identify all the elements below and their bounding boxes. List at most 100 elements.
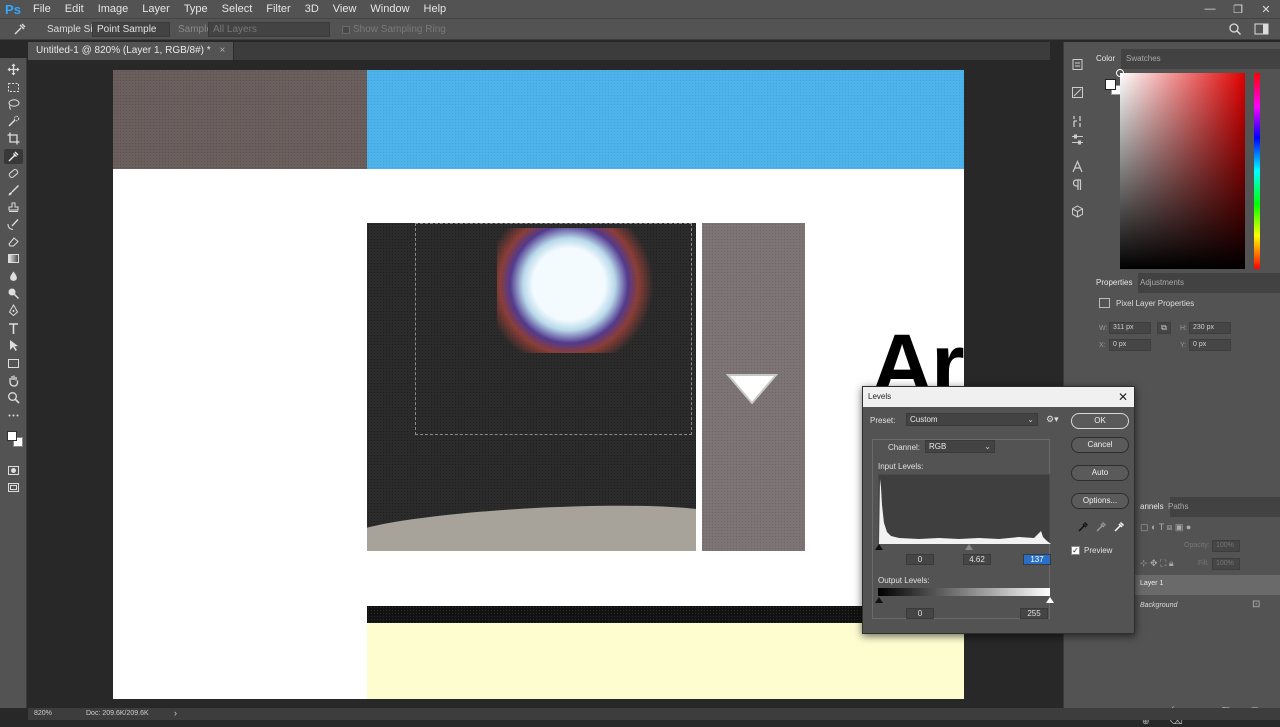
layer-row-background[interactable]: Background ⊡ [1135,596,1280,616]
x-input[interactable]: 0 px [1109,339,1151,351]
close-dialog-icon[interactable]: ✕ [1118,390,1128,404]
gray-point-eyedropper-icon[interactable] [1095,521,1109,533]
restore-button[interactable]: ❐ [1226,0,1250,18]
3d-panel-icon[interactable] [1069,204,1086,219]
paragraph-panel-icon[interactable] [1069,177,1086,192]
brush-settings-icon[interactable] [1069,85,1086,100]
search-icon[interactable] [1228,22,1242,36]
y-input[interactable]: 0 px [1189,339,1231,351]
blur-tool-icon[interactable] [4,269,23,284]
workspace-icon[interactable] [1254,22,1270,36]
pen-tool-icon[interactable] [4,303,23,318]
link-icon[interactable]: ⧉ [1157,322,1171,334]
menu-filter[interactable]: Filter [259,0,297,18]
close-window-button[interactable]: ✕ [1254,0,1278,18]
menu-layer[interactable]: Layer [135,0,177,18]
layer-row-layer1[interactable]: Layer 1 [1135,575,1280,595]
tab-paths[interactable]: Paths [1162,497,1194,517]
quick-selection-tool-icon[interactable] [4,114,23,129]
gradient-tool-icon[interactable] [4,251,23,266]
zoom-level[interactable]: 820% [34,710,52,717]
menu-image[interactable]: Image [91,0,136,18]
input-black-handle[interactable] [875,544,883,550]
options-button[interactable]: Options... [1071,493,1129,509]
character-panel-icon[interactable] [1069,159,1086,174]
menu-type[interactable]: Type [177,0,215,18]
history-panel-icon[interactable] [1069,57,1086,72]
minimize-button[interactable]: — [1198,0,1222,18]
dark-image-block [367,223,696,551]
document-tab[interactable]: Untitled-1 @ 820% (Layer 1, RGB/8#) * × [28,42,235,60]
hue-slider[interactable] [1254,73,1260,269]
sample-size-select[interactable]: Point Sample [92,22,170,37]
eyedropper-tool-preset-icon[interactable] [12,22,28,36]
dodge-tool-icon[interactable] [4,286,23,301]
quick-mask-icon[interactable] [4,463,23,478]
menu-help[interactable]: Help [417,0,454,18]
input-gamma-field[interactable]: 4.62 [963,554,991,565]
output-black-handle[interactable] [875,597,883,603]
path-selection-tool-icon[interactable] [4,338,23,353]
lock-icons[interactable]: ⊹ ✥ ⛶ 🔒︎ [1140,558,1174,569]
close-tab-icon[interactable]: × [219,45,225,56]
brush-tool-icon[interactable] [4,183,23,198]
black-point-eyedropper-icon[interactable] [1077,521,1091,533]
crop-tool-icon[interactable] [4,131,23,146]
menu-view[interactable]: View [326,0,364,18]
rectangle-tool-icon[interactable] [4,356,23,371]
output-black-field[interactable]: 0 [906,608,934,619]
move-tool-icon[interactable] [4,62,23,77]
input-black-field[interactable]: 0 [906,554,934,565]
hand-tool-icon[interactable] [4,373,23,388]
menu-select[interactable]: Select [215,0,260,18]
width-input[interactable]: 311 px [1109,322,1151,334]
color-field[interactable] [1116,69,1245,269]
preview-checkbox[interactable]: ✓ [1071,546,1080,555]
menu-bar: Ps File Edit Image Layer Type Select Filter 3D V… [0,0,1280,18]
preset-select[interactable]: Custom ⌄ [906,413,1038,426]
more-tools-icon[interactable] [4,408,23,423]
tab-swatches[interactable]: Swatches [1120,49,1167,69]
white-point-eyedropper-icon[interactable] [1113,521,1127,533]
input-slider-track[interactable] [875,544,1050,552]
opacity-input[interactable]: 100% [1212,540,1240,552]
menu-3d[interactable]: 3D [298,0,326,18]
eraser-tool-icon[interactable] [4,234,23,249]
layer-name: Layer 1 [1140,580,1164,587]
history-brush-tool-icon[interactable] [4,217,23,232]
channel-select[interactable]: RGB ⌄ [925,440,995,453]
input-white-field[interactable]: 137 [1023,554,1051,565]
screen-mode-icon[interactable] [4,480,23,495]
tab-color[interactable]: Color [1090,49,1122,69]
auto-button[interactable]: Auto [1071,465,1129,481]
sample-select[interactable]: All Layers [208,22,330,37]
ok-button[interactable]: OK [1071,413,1129,429]
fill-input[interactable]: 100% [1212,558,1240,570]
brown-block [113,70,367,169]
tab-properties[interactable]: Properties [1090,273,1139,293]
output-white-handle[interactable] [1046,597,1054,603]
eyedropper-tool-icon[interactable] [4,149,23,164]
marquee-tool-icon[interactable] [4,80,23,95]
healing-brush-tool-icon[interactable] [4,166,23,181]
color-swatches-icon[interactable] [4,427,24,449]
output-white-field[interactable]: 255 [1020,608,1048,619]
lasso-tool-icon[interactable] [4,97,23,112]
cancel-button[interactable]: Cancel [1071,437,1129,453]
layer-filter-icons[interactable]: ▢ ◐ T ⧈ ▣ ● [1140,522,1270,534]
sampling-ring-checkbox[interactable] [342,26,350,34]
fg-bg-color-icon[interactable] [1105,79,1121,95]
menu-edit[interactable]: Edit [58,0,91,18]
status-menu-arrow[interactable]: › [174,708,177,718]
height-input[interactable]: 230 px [1189,322,1231,334]
clone-stamp-tool-icon[interactable] [4,200,23,215]
preset-options-gear-icon[interactable]: ⚙︎▾ [1046,414,1060,426]
tab-adjustments[interactable]: Adjustments [1134,273,1190,293]
type-tool-icon[interactable] [4,321,23,336]
menu-file[interactable]: File [26,0,58,18]
input-gamma-handle[interactable] [965,544,973,550]
menu-window[interactable]: Window [363,0,416,18]
zoom-tool-icon[interactable] [4,390,23,405]
adjust-sliders-icon[interactable] [1069,132,1086,147]
tool-presets-icon[interactable] [1069,114,1086,129]
